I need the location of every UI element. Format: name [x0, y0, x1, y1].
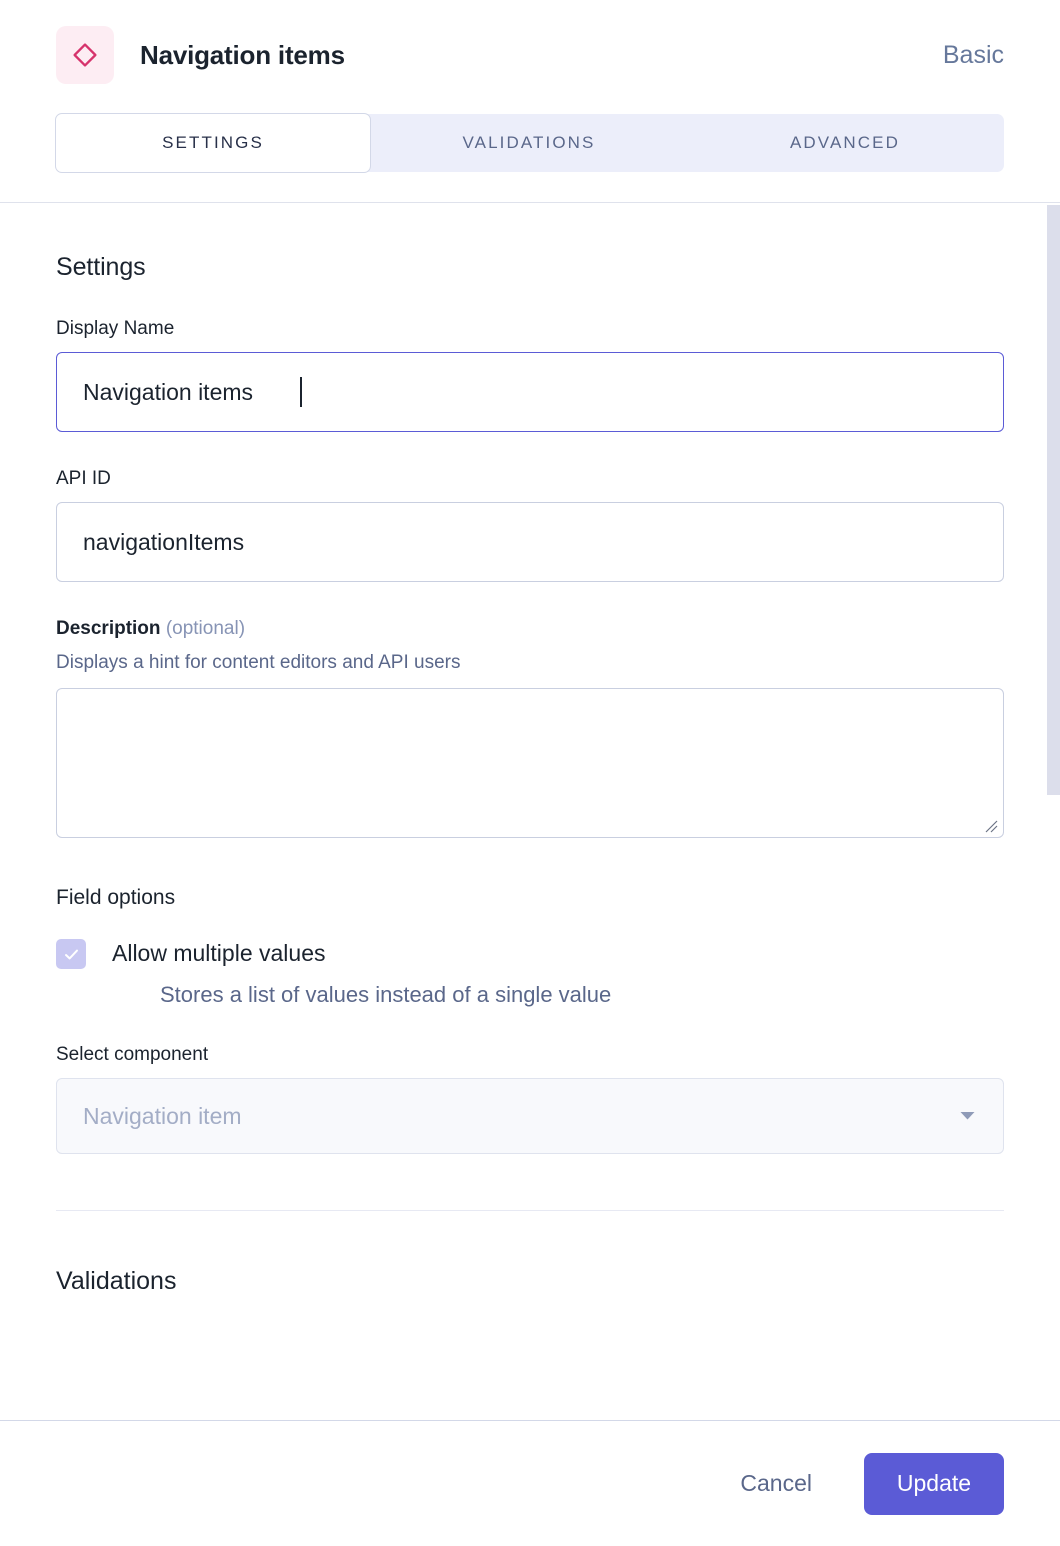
tab-validations[interactable]: VALIDATIONS	[371, 114, 687, 172]
modal-header: Navigation items Basic	[0, 0, 1060, 84]
select-component-label: Select component	[56, 1044, 209, 1065]
allow-multiple-checkbox[interactable]	[56, 939, 86, 969]
section-divider	[56, 1210, 1004, 1211]
description-optional-tag: (optional)	[165, 618, 246, 639]
display-name-group: Display Name	[56, 318, 1004, 432]
check-icon	[64, 949, 78, 959]
api-id-input[interactable]	[56, 502, 1004, 582]
tab-advanced[interactable]: ADVANCED	[687, 114, 1003, 172]
description-textarea[interactable]	[56, 688, 1004, 838]
scrollbar-thumb[interactable]	[1047, 205, 1060, 795]
allow-multiple-help: Stores a list of values instead of a sin…	[160, 982, 612, 1007]
update-button[interactable]: Update	[864, 1452, 1004, 1515]
description-label-text: Description	[56, 618, 161, 639]
settings-section-title: Settings	[56, 253, 146, 281]
modal-footer: Cancel Update	[0, 1420, 1060, 1546]
scrollbar-track[interactable]	[1047, 203, 1060, 1420]
allow-multiple-label: Allow multiple values	[112, 940, 326, 966]
text-caret	[300, 377, 302, 407]
field-options-title: Field options	[56, 886, 176, 909]
tab-settings-label: SETTINGS	[162, 133, 264, 152]
tab-advanced-label: ADVANCED	[789, 133, 900, 152]
description-label: Description (optional)	[56, 618, 1004, 640]
cancel-button[interactable]: Cancel	[720, 1456, 832, 1511]
tab-validations-label: VALIDATIONS	[462, 133, 596, 152]
tab-bar: SETTINGS VALIDATIONS ADVANCED	[55, 113, 1004, 173]
validations-section-title: Validations	[56, 1267, 177, 1295]
page-title: Navigation items	[140, 39, 345, 70]
display-name-label: Display Name	[56, 318, 175, 339]
api-id-group: API ID	[56, 468, 1004, 582]
description-group: Description (optional) Displays a hint f…	[56, 618, 1004, 838]
api-id-label: API ID	[56, 468, 111, 489]
field-type-badge: Basic	[942, 40, 1004, 69]
select-component-dropdown[interactable]: Navigation item	[56, 1078, 1004, 1154]
select-component-group: Select component Navigation item	[56, 1044, 1004, 1154]
modal-header-row: Navigation items Basic	[56, 26, 1004, 84]
display-name-input-wrap	[56, 352, 1004, 432]
select-component-value: Navigation item	[83, 1102, 242, 1129]
field-settings-modal: Navigation items Basic SETTINGS VALIDATI…	[0, 0, 1060, 1546]
tab-settings[interactable]: SETTINGS	[55, 113, 371, 173]
select-component-wrap: Navigation item	[56, 1078, 1004, 1154]
description-help-text: Displays a hint for content editors and …	[56, 652, 461, 673]
modal-body: Settings Display Name API ID Description…	[0, 203, 1060, 1420]
display-name-input[interactable]	[56, 352, 1004, 432]
description-textarea-wrap	[56, 688, 1004, 838]
allow-multiple-checkbox-row[interactable]: Allow multiple values	[56, 936, 1004, 970]
diamond-field-icon	[56, 26, 114, 84]
